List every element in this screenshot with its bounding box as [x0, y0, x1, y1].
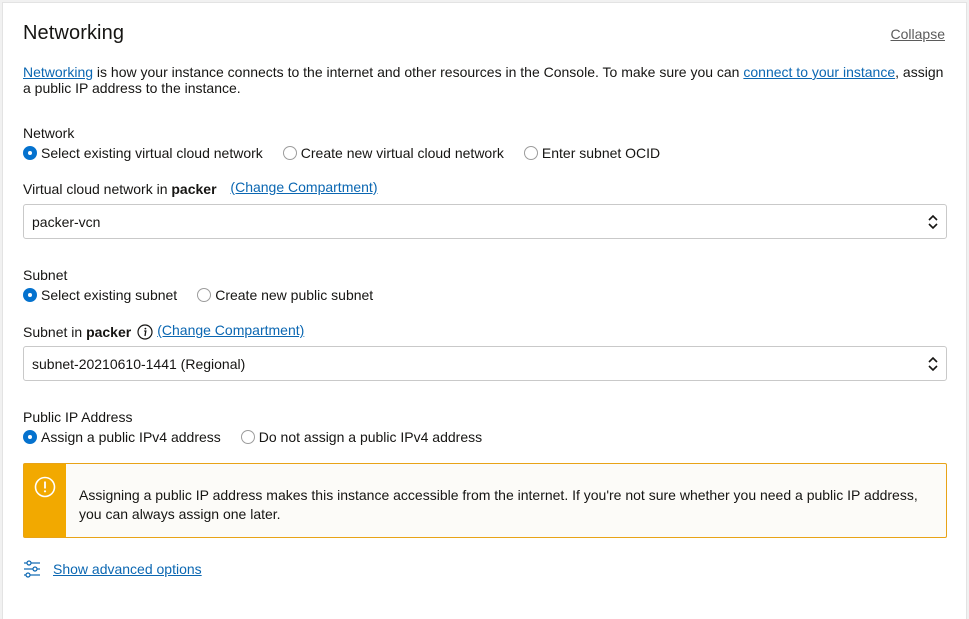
radio-label: Select existing subnet: [41, 287, 178, 303]
radio-select-existing-vcn[interactable]: Select existing virtual cloud network: [23, 145, 263, 161]
networking-description: Networking is how your instance connects…: [23, 64, 953, 96]
network-radio-group: Select existing virtual cloud network Cr…: [23, 145, 680, 161]
radio-create-new-vcn[interactable]: Create new virtual cloud network: [282, 145, 504, 161]
subnet-label-text: Subnet in: [23, 324, 87, 340]
radio-indicator[interactable]: [240, 430, 255, 444]
networking-panel: Networking Collapse Networking is how yo…: [2, 2, 967, 619]
vcn-label-text: Virtual cloud network in: [23, 181, 172, 197]
show-advanced-options[interactable]: Show advanced options: [23, 560, 202, 578]
network-label: Network: [23, 125, 75, 141]
radio-label: Assign a public IPv4 address: [41, 429, 221, 445]
description-text-1: is how your instance connects to the int…: [93, 64, 744, 80]
subnet-radio-group: Select existing subnet Create new public…: [23, 287, 393, 303]
subnet-change-compartment-link[interactable]: (Change Compartment): [157, 322, 304, 338]
radio-assign-public-ipv4[interactable]: Assign a public IPv4 address: [23, 429, 221, 445]
public-ip-label: Public IP Address: [23, 409, 133, 425]
radio-indicator[interactable]: [282, 146, 297, 160]
radio-label: Create new virtual cloud network: [300, 145, 504, 161]
radio-indicator[interactable]: [197, 288, 212, 302]
subnet-select[interactable]: subnet-20210610-1441 (Regional): [23, 346, 947, 381]
radio-indicator[interactable]: [23, 430, 37, 444]
radio-label: Create new public subnet: [215, 287, 374, 303]
radio-do-not-assign-public-ipv4[interactable]: Do not assign a public IPv4 address: [240, 429, 483, 445]
alert-message: Assigning a public IP address makes this…: [79, 487, 918, 522]
vcn-label: Virtual cloud network in packer (Change …: [23, 179, 377, 197]
subnet-label: Subnet: [23, 267, 68, 283]
vcn-compartment-name: packer: [171, 181, 217, 197]
radio-enter-subnet-ocid[interactable]: Enter subnet OCID: [523, 145, 661, 161]
sliders-icon: [24, 560, 40, 578]
radio-create-new-public-subnet[interactable]: Create new public subnet: [197, 287, 373, 303]
collapse-link[interactable]: Collapse: [891, 26, 945, 42]
public-ip-warning-alert: Assigning a public IP address makes this…: [23, 463, 947, 538]
radio-label: Do not assign a public IPv4 address: [258, 429, 483, 445]
section-title: Networking: [23, 22, 125, 44]
radio-indicator[interactable]: [23, 146, 37, 160]
networking-doc-link[interactable]: Networking: [23, 64, 93, 80]
warning-icon: [34, 476, 56, 498]
radio-indicator[interactable]: [23, 288, 37, 302]
vcn-change-compartment-link[interactable]: (Change Compartment): [230, 179, 377, 195]
radio-indicator[interactable]: [523, 146, 538, 160]
vcn-select-value: packer-vcn: [32, 213, 101, 230]
connect-instance-link[interactable]: connect to your instance: [743, 64, 895, 80]
subnet-compartment-label: Subnet in packer (Change Compartment): [23, 322, 304, 340]
subnet-compartment-name: packer: [86, 324, 132, 340]
public-ip-radio-group: Assign a public IPv4 address Do not assi…: [23, 429, 502, 445]
info-icon[interactable]: [137, 324, 153, 340]
radio-label: Select existing virtual cloud network: [41, 145, 263, 161]
subnet-select-value: subnet-20210610-1441 (Regional): [32, 355, 246, 372]
chevron-up-down-icon: [928, 356, 938, 372]
chevron-up-down-icon: [928, 214, 938, 230]
show-advanced-options-link[interactable]: Show advanced options: [53, 561, 202, 577]
radio-select-existing-subnet[interactable]: Select existing subnet: [23, 287, 177, 303]
radio-label: Enter subnet OCID: [541, 145, 661, 161]
alert-accent-bar: [24, 464, 66, 537]
vcn-select[interactable]: packer-vcn: [23, 204, 947, 239]
